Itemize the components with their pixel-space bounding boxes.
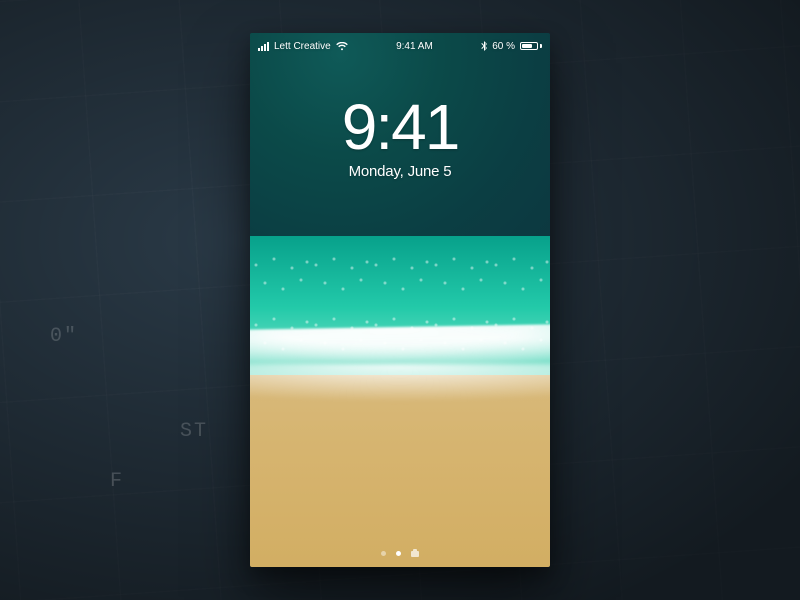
battery-percent: 60 % <box>492 41 515 52</box>
wifi-icon <box>336 42 348 51</box>
lock-time: 9:41 <box>250 95 550 159</box>
signal-icon <box>258 42 269 51</box>
status-bar: Lett Creative 9:41 AM 60 % <box>250 33 550 55</box>
lockscreen-clock: 9:41 Monday, June 5 <box>250 95 550 180</box>
lock-date: Monday, June 5 <box>250 163 550 180</box>
carrier-label: Lett Creative <box>274 41 331 52</box>
status-time: 9:41 AM <box>396 41 433 52</box>
phone-lockscreen[interactable]: Lett Creative 9:41 AM 60 % 9:41 Monday, … <box>250 33 550 567</box>
page-indicator[interactable] <box>250 551 550 557</box>
blueprint-label: F <box>110 470 124 493</box>
mockup-stage: 0" ST F Lett Creative 9:41 AM <box>0 0 800 600</box>
battery-icon <box>520 42 542 50</box>
bluetooth-icon <box>481 41 487 51</box>
camera-shortcut-icon[interactable] <box>411 551 419 557</box>
page-dot-active[interactable] <box>396 551 401 556</box>
blueprint-label: 0" <box>50 325 78 348</box>
blueprint-label: ST <box>180 420 208 443</box>
page-dot[interactable] <box>381 551 386 556</box>
